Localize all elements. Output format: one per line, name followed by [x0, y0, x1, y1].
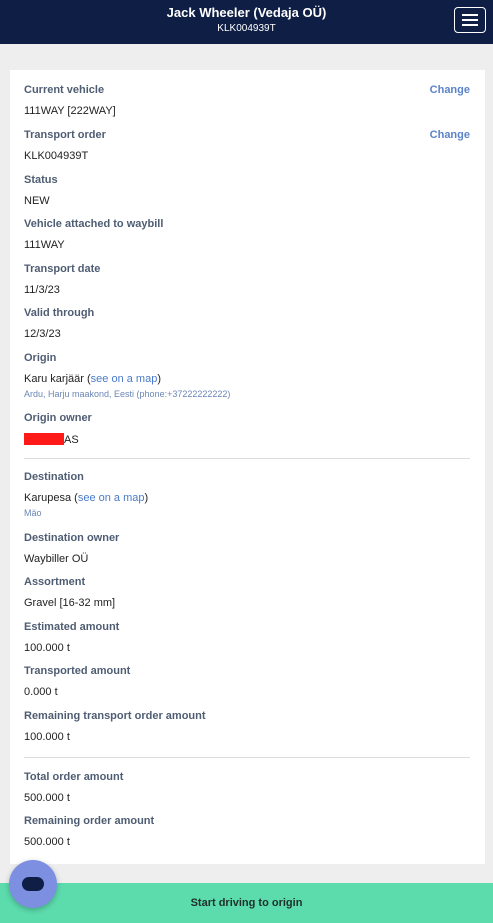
remaining-transport-value: 100.000 t: [24, 731, 70, 743]
section-divider: [24, 458, 470, 459]
hamburger-menu-icon[interactable]: [454, 7, 486, 33]
origin-owner-suffix: AS: [64, 434, 79, 446]
destination-value: Karupesa (see on a map): [24, 492, 470, 505]
transported-amount-label: Transported amount: [24, 665, 131, 677]
destination-close-paren: ): [144, 492, 149, 504]
destination-address: Mäo: [24, 508, 42, 518]
transport-date-value: 11/3/23: [24, 284, 60, 296]
chat-bubble-icon: [22, 877, 44, 891]
redacted-name: [24, 433, 64, 445]
destination-owner-label: Destination owner: [24, 532, 120, 544]
origin-owner-label: Origin owner: [24, 412, 92, 424]
origin-map-link[interactable]: see on a map: [91, 373, 158, 385]
transported-amount-value: 0.000 t: [24, 686, 58, 698]
estimated-amount-field: Estimated amount 100.000 t: [24, 621, 470, 655]
destination-name: Karupesa: [24, 492, 72, 504]
transport-order-value: KLK004939T: [24, 150, 89, 162]
status-label: Status: [24, 174, 58, 186]
destination-owner-value: Waybiller OÜ: [24, 553, 89, 565]
transport-date-field: Transport date 11/3/23: [24, 263, 470, 297]
driver-name-title: Jack Wheeler (Vedaja OÜ): [166, 5, 327, 20]
assortment-value: Gravel [16-32 mm]: [24, 597, 116, 609]
origin-label: Origin: [24, 352, 57, 364]
destination-map-link[interactable]: see on a map: [78, 492, 145, 504]
chat-button[interactable]: [9, 860, 57, 908]
assortment-label: Assortment: [24, 576, 86, 588]
transport-date-label: Transport date: [24, 263, 101, 275]
section-divider: [24, 757, 470, 758]
estimated-amount-label: Estimated amount: [24, 621, 120, 633]
order-id-subtitle: KLK004939T: [217, 23, 276, 34]
change-vehicle-button[interactable]: Change: [430, 84, 470, 96]
app-header: Jack Wheeler (Vedaja OÜ) KLK004939T: [0, 0, 493, 44]
change-transport-order-button[interactable]: Change: [430, 129, 470, 141]
valid-through-value: 12/3/23: [24, 328, 61, 340]
destination-field: Destination Karupesa (see on a map) Mäo: [24, 471, 470, 519]
current-vehicle-field: Current vehicle Change 111WAY [222WAY]: [24, 84, 470, 118]
valid-through-field: Valid through 12/3/23: [24, 307, 470, 341]
estimated-amount-value: 100.000 t: [24, 642, 70, 654]
assortment-field: Assortment Gravel [16-32 mm]: [24, 576, 470, 610]
start-driving-button[interactable]: Start driving to origin: [0, 883, 493, 923]
status-field: Status NEW: [24, 174, 470, 208]
remaining-order-field: Remaining order amount 500.000 t: [24, 815, 470, 849]
origin-field: Origin Karu karjäär (see on a map) Ardu,…: [24, 352, 470, 400]
current-vehicle-label: Current vehicle: [24, 84, 105, 96]
waybill-details-card: Current vehicle Change 111WAY [222WAY] T…: [10, 70, 485, 864]
status-value: NEW: [24, 195, 50, 207]
remaining-transport-label: Remaining transport order amount: [24, 710, 206, 722]
origin-address: Ardu, Harju maakond, Eesti (phone:+37222…: [24, 389, 231, 399]
transport-order-label: Transport order: [24, 129, 106, 141]
origin-owner-value: AS: [24, 433, 470, 447]
origin-value: Karu karjäär (see on a map): [24, 373, 470, 386]
origin-close-paren: ): [157, 373, 161, 385]
total-order-value: 500.000 t: [24, 792, 70, 804]
vehicle-attached-field: Vehicle attached to waybill 111WAY: [24, 218, 470, 252]
total-order-field: Total order amount 500.000 t: [24, 771, 470, 805]
vehicle-attached-value: 111WAY: [24, 239, 65, 251]
vehicle-attached-label: Vehicle attached to waybill: [24, 218, 164, 230]
destination-label: Destination: [24, 471, 84, 483]
remaining-transport-field: Remaining transport order amount 100.000…: [24, 710, 470, 744]
origin-name: Karu karjäär: [24, 373, 84, 385]
remaining-order-label: Remaining order amount: [24, 815, 155, 827]
current-vehicle-value: 111WAY [222WAY]: [24, 105, 116, 117]
valid-through-label: Valid through: [24, 307, 95, 319]
total-order-label: Total order amount: [24, 771, 124, 783]
origin-owner-field: Origin owner AS: [24, 412, 470, 447]
destination-owner-field: Destination owner Waybiller OÜ: [24, 532, 470, 566]
remaining-order-value: 500.000 t: [24, 836, 70, 848]
transported-amount-field: Transported amount 0.000 t: [24, 665, 470, 699]
transport-order-field: Transport order Change KLK004939T: [24, 129, 470, 163]
